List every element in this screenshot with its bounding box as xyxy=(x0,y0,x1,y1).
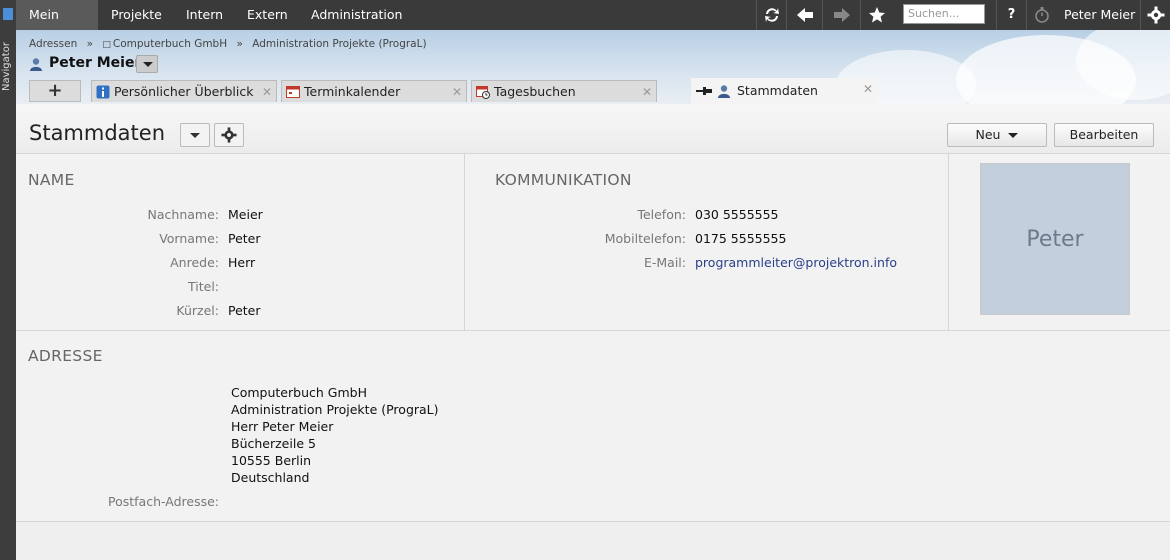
owner-dropdown-button[interactable] xyxy=(136,55,158,73)
value-vorname: Peter xyxy=(228,231,261,246)
main-content: Stammdaten Neu Bearbeiten NAME Nachname:… xyxy=(16,104,1170,560)
address-line: Administration Projekte (PrograL) xyxy=(231,402,439,417)
email-link[interactable]: programmleiter@projektron.info xyxy=(695,255,897,270)
label-vorname: Vorname: xyxy=(159,231,219,246)
divider xyxy=(464,154,465,330)
edit-button[interactable]: Bearbeiten xyxy=(1054,123,1154,147)
navigator-strip[interactable]: Navigator xyxy=(0,0,16,560)
user-icon xyxy=(718,85,730,98)
user-name[interactable]: Peter Meier xyxy=(1064,0,1135,30)
address-line: Computerbuch GmbH xyxy=(231,385,367,400)
breadcrumb-company[interactable]: Computerbuch GmbH xyxy=(113,38,227,50)
top-menu-bar: Mein BCS Projekte Intern Extern Administ… xyxy=(16,0,1170,52)
menu-administration[interactable]: Administration xyxy=(298,0,415,30)
tab-label: Persönlicher Überblick xyxy=(114,84,254,99)
breadcrumb: Adressen » □ Computerbuch GmbH » Administ… xyxy=(29,38,433,50)
value-mobiltelefon: 0175 5555555 xyxy=(695,231,787,246)
app-logo-icon xyxy=(3,8,13,20)
label-anrede: Anrede: xyxy=(170,255,219,270)
breadcrumb-department[interactable]: Administration Projekte (PrograL) xyxy=(252,38,426,50)
section-title-kommunikation: KOMMUNIKATION xyxy=(495,171,632,189)
label-nachname: Nachname: xyxy=(147,207,219,222)
user-icon xyxy=(30,58,42,71)
view-dropdown-button[interactable] xyxy=(180,123,210,147)
address-line: 10555 Berlin xyxy=(231,453,312,468)
forward-arrow-icon[interactable] xyxy=(822,0,860,30)
address-line: Herr Peter Meier xyxy=(231,419,334,434)
timer-icon[interactable] xyxy=(1026,0,1056,30)
settings-gear-icon[interactable] xyxy=(1140,0,1170,30)
value-anrede: Herr xyxy=(228,255,256,270)
tab-label: Terminkalender xyxy=(304,84,401,99)
address-line: Deutschland xyxy=(231,470,310,485)
pin-icon[interactable] xyxy=(696,86,712,96)
document-icon: □ xyxy=(102,40,111,50)
divider xyxy=(16,521,1170,522)
tab-label: Tagesbuchen xyxy=(494,84,576,99)
address-panel: ADRESSE Computerbuch GmbH Administration… xyxy=(16,331,1170,521)
tab-terminkalender[interactable]: Terminkalender ✕ xyxy=(281,80,467,102)
menu-mein-bcs[interactable]: Mein BCS xyxy=(16,0,98,52)
star-icon[interactable] xyxy=(860,0,892,30)
value-nachname: Meier xyxy=(228,207,263,222)
label-titel: Titel: xyxy=(188,279,219,294)
info-icon xyxy=(96,85,110,99)
value-telefon: 030 5555555 xyxy=(695,207,779,222)
chevron-down-icon xyxy=(1008,133,1019,138)
navigator-label[interactable]: Navigator xyxy=(1,40,15,94)
label-telefon: Telefon: xyxy=(637,207,686,222)
label-mobiltelefon: Mobiltelefon: xyxy=(604,231,686,246)
tab-stammdaten[interactable]: Stammdaten ✕ xyxy=(691,78,877,104)
value-kuerzel: Peter xyxy=(228,303,261,318)
refresh-icon[interactable] xyxy=(756,0,786,30)
calendar-icon xyxy=(286,86,300,98)
menu-extern[interactable]: Extern xyxy=(234,0,301,30)
close-icon[interactable]: ✕ xyxy=(863,79,873,99)
menu-projekte[interactable]: Projekte xyxy=(98,0,175,30)
label-kuerzel: Kürzel: xyxy=(176,303,219,318)
divider xyxy=(948,154,949,330)
address-line: Bücherzeile 5 xyxy=(231,436,316,451)
details-panel: NAME Nachname: Meier Vorname: Peter Anre… xyxy=(16,154,1170,330)
close-icon[interactable]: ✕ xyxy=(642,81,652,103)
add-tab-button[interactable]: + xyxy=(29,80,81,102)
menu-intern[interactable]: Intern xyxy=(173,0,236,30)
label-email: E-Mail: xyxy=(643,255,686,270)
back-arrow-icon[interactable] xyxy=(786,0,822,30)
avatar: Peter xyxy=(980,163,1130,315)
tab-tagesbuchen[interactable]: Tagesbuchen ✕ xyxy=(471,80,657,102)
close-icon[interactable]: ✕ xyxy=(262,81,272,103)
breadcrumb-separator: » xyxy=(86,38,94,50)
content-header: Stammdaten Neu Bearbeiten xyxy=(16,104,1170,154)
tab-persoenlicher-ueberblick[interactable]: Persönlicher Überblick ✕ xyxy=(91,80,277,102)
section-title-adresse: ADRESSE xyxy=(28,347,103,365)
label-postfach: Postfach-Adresse: xyxy=(108,494,219,509)
help-button[interactable]: ? xyxy=(996,0,1026,30)
close-icon[interactable]: ✕ xyxy=(452,81,462,103)
breadcrumb-adressen[interactable]: Adressen xyxy=(29,38,77,50)
breadcrumb-separator: » xyxy=(236,38,243,50)
section-title-name: NAME xyxy=(28,171,75,189)
new-button-label: Neu xyxy=(975,127,1001,142)
page-title: Stammdaten xyxy=(29,121,166,145)
owner-name: Peter Meier xyxy=(49,55,142,71)
new-button[interactable]: Neu xyxy=(947,123,1047,147)
search-input[interactable]: Suchen... xyxy=(903,4,985,24)
gear-icon[interactable] xyxy=(214,123,244,147)
tab-label: Stammdaten xyxy=(737,83,818,98)
time-booking-icon xyxy=(476,86,490,99)
